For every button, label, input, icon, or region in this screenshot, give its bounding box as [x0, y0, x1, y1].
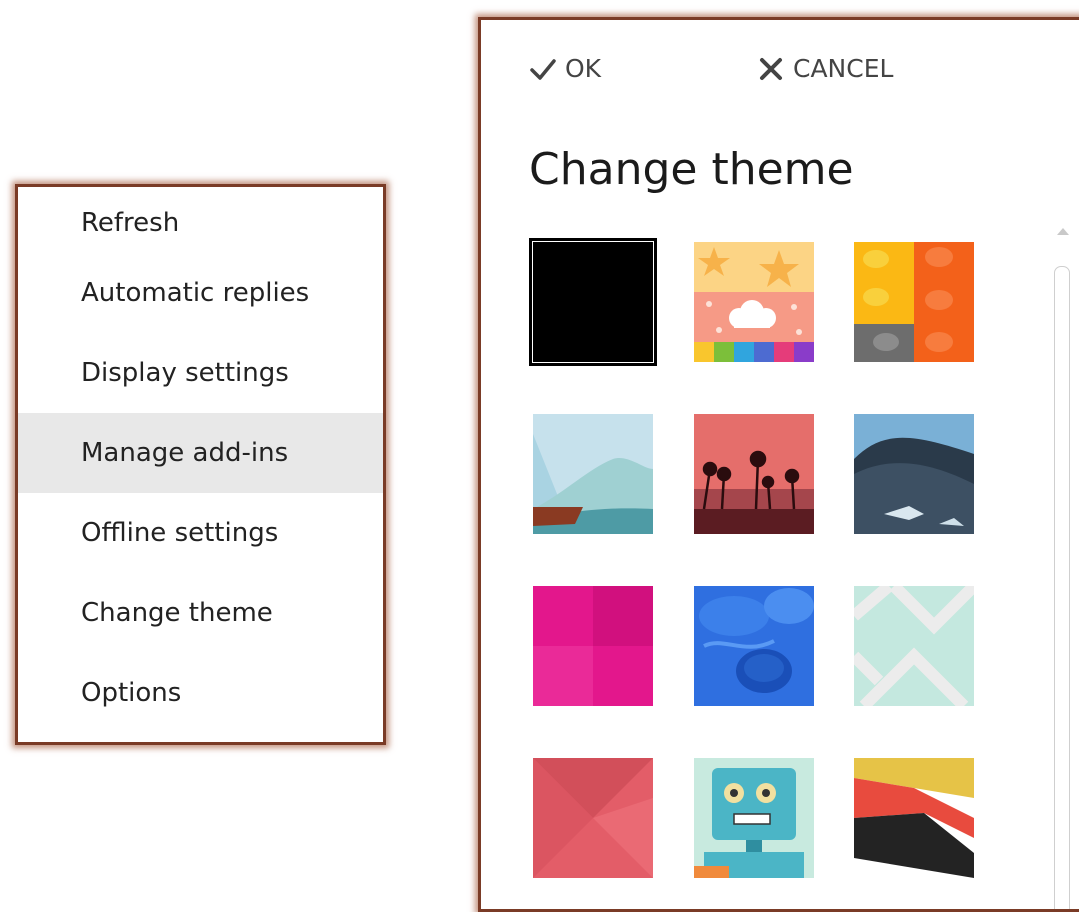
theme-tile-colorful-layers[interactable]: [854, 758, 974, 878]
blue-jellyfish-theme-swatch: [694, 586, 814, 706]
checkmark-icon: [530, 58, 556, 80]
theme-tile-robot[interactable]: [694, 758, 814, 878]
cancel-button[interactable]: CANCEL: [757, 54, 893, 83]
theme-tile-wave[interactable]: [533, 414, 653, 534]
robot-theme-swatch: [694, 758, 814, 878]
theme-tile-red-geometric[interactable]: [533, 758, 653, 878]
settings-menu: Refresh Automatic replies Display settin…: [15, 184, 386, 745]
mountain-theme-swatch: [854, 414, 974, 534]
theme-list-scrollbar[interactable]: [1054, 228, 1072, 909]
menu-item-automatic-replies[interactable]: Automatic replies: [18, 253, 383, 333]
menu-item-display-settings[interactable]: Display settings: [18, 333, 383, 413]
magenta-theme-swatch: [533, 586, 653, 706]
red-geometric-theme-swatch: [533, 758, 653, 878]
stars-clouds-theme-swatch: [694, 242, 814, 362]
theme-tile-magenta[interactable]: [533, 586, 653, 706]
theme-tile-blue-jellyfish[interactable]: [694, 586, 814, 706]
colorful-layers-theme-swatch: [854, 758, 974, 878]
ok-button[interactable]: OK: [529, 54, 601, 83]
mint-chevron-theme-swatch: [854, 586, 974, 706]
building-blocks-theme-swatch: [854, 242, 974, 362]
black-theme-swatch: [533, 242, 653, 362]
change-theme-panel: OK CANCEL Change theme: [478, 17, 1079, 912]
ok-label: OK: [565, 54, 602, 83]
theme-tile-black[interactable]: [529, 238, 657, 366]
theme-tile-mint-chevron[interactable]: [854, 586, 974, 706]
menu-item-options[interactable]: Options: [18, 653, 383, 733]
theme-tile-building-blocks[interactable]: [854, 242, 974, 362]
menu-item-change-theme[interactable]: Change theme: [18, 573, 383, 653]
close-icon: [760, 57, 782, 80]
scroll-up-arrow-icon[interactable]: [1057, 228, 1069, 235]
theme-tile-palm-trees-sunset[interactable]: [694, 414, 814, 534]
wave-theme-swatch: [533, 414, 653, 534]
scrollbar-thumb[interactable]: [1054, 266, 1070, 909]
panel-title: Change theme: [529, 144, 854, 195]
cancel-label: CANCEL: [793, 54, 894, 83]
theme-tile-mountain[interactable]: [854, 414, 974, 534]
palm-trees-sunset-theme-swatch: [694, 414, 814, 534]
menu-item-refresh[interactable]: Refresh: [18, 183, 383, 253]
menu-item-manage-add-ins[interactable]: Manage add-ins: [18, 413, 383, 493]
menu-item-offline-settings[interactable]: Offline settings: [18, 493, 383, 573]
theme-tile-stars-clouds[interactable]: [694, 242, 814, 362]
